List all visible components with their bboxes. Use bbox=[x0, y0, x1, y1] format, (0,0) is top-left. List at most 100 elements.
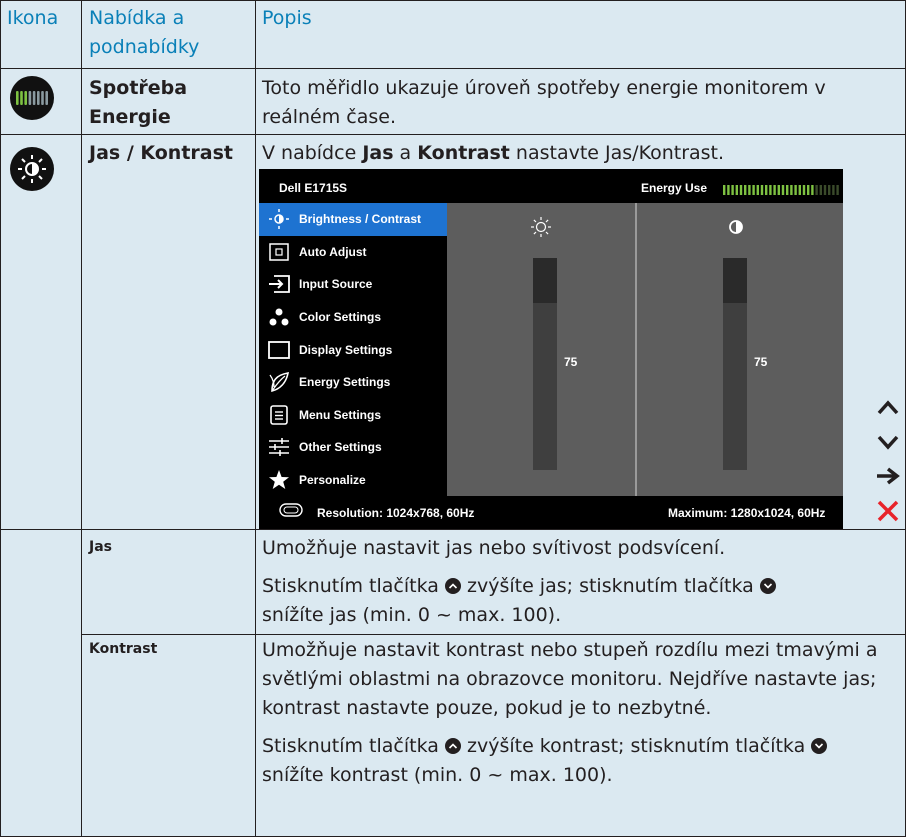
down-arrow-button[interactable] bbox=[872, 426, 904, 458]
exit-button[interactable] bbox=[872, 495, 904, 527]
contrast-icon bbox=[727, 218, 745, 241]
energy-meter-bar bbox=[832, 185, 835, 195]
osd-status-bar: Resolution: 1024x768, 60Hz Maximum: 1280… bbox=[259, 496, 843, 529]
brightness-desc-kontrast: Kontrast bbox=[417, 142, 510, 164]
header-cell-desc: Popis bbox=[255, 0, 906, 69]
menu-item-auto-adjust[interactable]: Auto Adjust bbox=[259, 236, 447, 269]
menu-item-input-source[interactable]: Input Source bbox=[259, 268, 447, 301]
brightness-slider[interactable] bbox=[533, 258, 557, 470]
energy-meter-bar bbox=[794, 185, 797, 195]
up-button-icon bbox=[444, 578, 461, 594]
color-settings-icon bbox=[259, 307, 299, 327]
contrast-value: 75 bbox=[754, 355, 768, 369]
jas-menu-label: Jas bbox=[89, 539, 112, 555]
gauge-bar bbox=[37, 91, 40, 105]
brightness-desc-mid: a bbox=[393, 142, 418, 164]
brightness-icon-cell bbox=[0, 134, 82, 530]
gauge-bar bbox=[28, 91, 32, 105]
energy-desc-cell: Toto měřidlo ukazuje úroveň spotřeby ene… bbox=[255, 68, 906, 135]
osd-resolution: Resolution: 1024x768, 60Hz bbox=[317, 506, 475, 520]
input-source-icon bbox=[259, 275, 299, 294]
kontrast-desc-1: Umožňuje nastavit kontrast nebo stupeň r… bbox=[262, 639, 878, 719]
menu-label-display-settings: Display Settings bbox=[299, 342, 393, 357]
menu-item-other-settings[interactable]: Other Settings bbox=[259, 431, 447, 464]
energy-meter-bar bbox=[744, 185, 747, 195]
energy-meter-bar bbox=[781, 185, 785, 195]
energy-menu-cell: Spotřeba Energie bbox=[81, 68, 256, 135]
osd-maximum: Maximum: 1280x1024, 60Hz bbox=[668, 506, 826, 520]
brightness-desc-jas: Jas bbox=[362, 142, 394, 164]
energy-meter-bar bbox=[828, 185, 831, 195]
menu-label-energy-settings: Energy Settings bbox=[299, 375, 391, 390]
header-cell-menu: Nabídka a podnabídky bbox=[81, 0, 256, 69]
brightness-menu-cell: Jas / Kontrast bbox=[81, 134, 256, 530]
energy-meter-bar bbox=[790, 185, 793, 195]
jas-desc-1: Umožňuje nastavit jas nebo svítivost pod… bbox=[262, 537, 726, 559]
brightness-menu-label: Jas / Kontrast bbox=[89, 142, 234, 164]
enter-arrow-button[interactable] bbox=[872, 460, 904, 492]
energy-meter-bar bbox=[836, 185, 839, 195]
energy-desc: Toto měřidlo ukazuje úroveň spotřeby ene… bbox=[262, 77, 826, 128]
kontrast-menu-label: Kontrast bbox=[89, 641, 158, 657]
energy-meter-bar bbox=[735, 185, 738, 195]
brightness-slider-remaining bbox=[533, 258, 557, 303]
header-icon-label: Ikona bbox=[7, 7, 59, 29]
kontrast-desc-2: Stisknutím tlačítka zvýšíte kontrast; st… bbox=[256, 723, 902, 790]
brightness-sun-icon bbox=[530, 216, 552, 243]
down-button-icon bbox=[811, 738, 828, 754]
contrast-slider-remaining bbox=[723, 258, 747, 303]
menu-item-color-settings[interactable]: Color Settings bbox=[259, 301, 447, 334]
energy-meter-bar bbox=[739, 185, 743, 195]
menu-label-other-settings: Other Settings bbox=[299, 440, 382, 455]
energy-meter-bar bbox=[811, 185, 814, 195]
menu-item-personalize[interactable]: Personalize bbox=[259, 464, 447, 497]
leaf-icon bbox=[259, 371, 299, 393]
jas-desc-2c: snížíte jas (min. 0 ~ max. 100). bbox=[262, 604, 562, 626]
brightness-icon bbox=[10, 147, 54, 191]
kontrast-menu-cell: Kontrast bbox=[81, 634, 256, 837]
menu-item-display-settings[interactable]: Display Settings bbox=[259, 333, 447, 366]
gauge-bar bbox=[24, 91, 27, 105]
right-arrow-icon bbox=[877, 467, 900, 485]
header-menu-label: Nabídka a podnabídky bbox=[89, 7, 200, 58]
energy-meter-bar bbox=[777, 185, 780, 195]
contrast-panel: 75 bbox=[637, 203, 843, 496]
energy-meter-bar bbox=[727, 185, 730, 195]
sliders-icon bbox=[259, 437, 299, 457]
brightness-icon bbox=[259, 208, 299, 230]
energy-meter-bar bbox=[819, 185, 822, 195]
up-arrow-button[interactable] bbox=[872, 392, 904, 424]
monitor-connector-icon bbox=[279, 503, 303, 522]
kontrast-desc-2b: zvýšíte kontrast; stisknutím tlačítka bbox=[460, 735, 812, 757]
gauge-bar bbox=[45, 91, 48, 105]
kontrast-desc-2a: Stisknutím tlačítka bbox=[262, 735, 445, 757]
up-arrow-icon bbox=[877, 400, 899, 415]
energy-icon-cell bbox=[0, 68, 82, 135]
menu-item-energy-settings[interactable]: Energy Settings bbox=[259, 366, 447, 399]
up-button-icon bbox=[444, 738, 461, 754]
energy-meter-bar bbox=[760, 185, 764, 195]
jas-desc-2b: zvýšíte jas; stisknutím tlačítka bbox=[460, 575, 760, 597]
menu-item-menu-settings[interactable]: Menu Settings bbox=[259, 399, 447, 432]
header-cell-icon: Ikona bbox=[0, 0, 82, 69]
contrast-slider[interactable] bbox=[723, 258, 747, 470]
osd-title-bar: Dell E1715S Energy Use bbox=[259, 169, 843, 202]
menu-settings-icon bbox=[259, 405, 299, 425]
energy-meter-bar bbox=[823, 185, 827, 195]
energy-meter-bar bbox=[756, 185, 759, 195]
down-button-icon bbox=[759, 578, 776, 594]
brightness-desc-pre: V nabídce bbox=[262, 142, 363, 164]
menu-label-auto-adjust: Auto Adjust bbox=[299, 244, 367, 259]
osd-energy-label: Energy Use bbox=[641, 181, 708, 195]
osd-energy-meter bbox=[723, 182, 843, 195]
gauge-bar bbox=[32, 91, 36, 105]
brightness-desc-post: nastavte Jas/Kontrast. bbox=[509, 142, 725, 164]
jas-icon-cell bbox=[0, 529, 82, 837]
menu-item-brightness-contrast[interactable]: Brightness / Contrast bbox=[259, 203, 447, 236]
menu-label-personalize: Personalize bbox=[299, 473, 366, 488]
energy-meter-bar bbox=[769, 185, 772, 195]
star-icon bbox=[259, 469, 299, 491]
auto-adjust-icon bbox=[259, 243, 299, 261]
brightness-desc: V nabídce Jas a Kontrast nastavte Jas/Ko… bbox=[256, 135, 905, 168]
energy-meter-bar bbox=[807, 185, 810, 195]
